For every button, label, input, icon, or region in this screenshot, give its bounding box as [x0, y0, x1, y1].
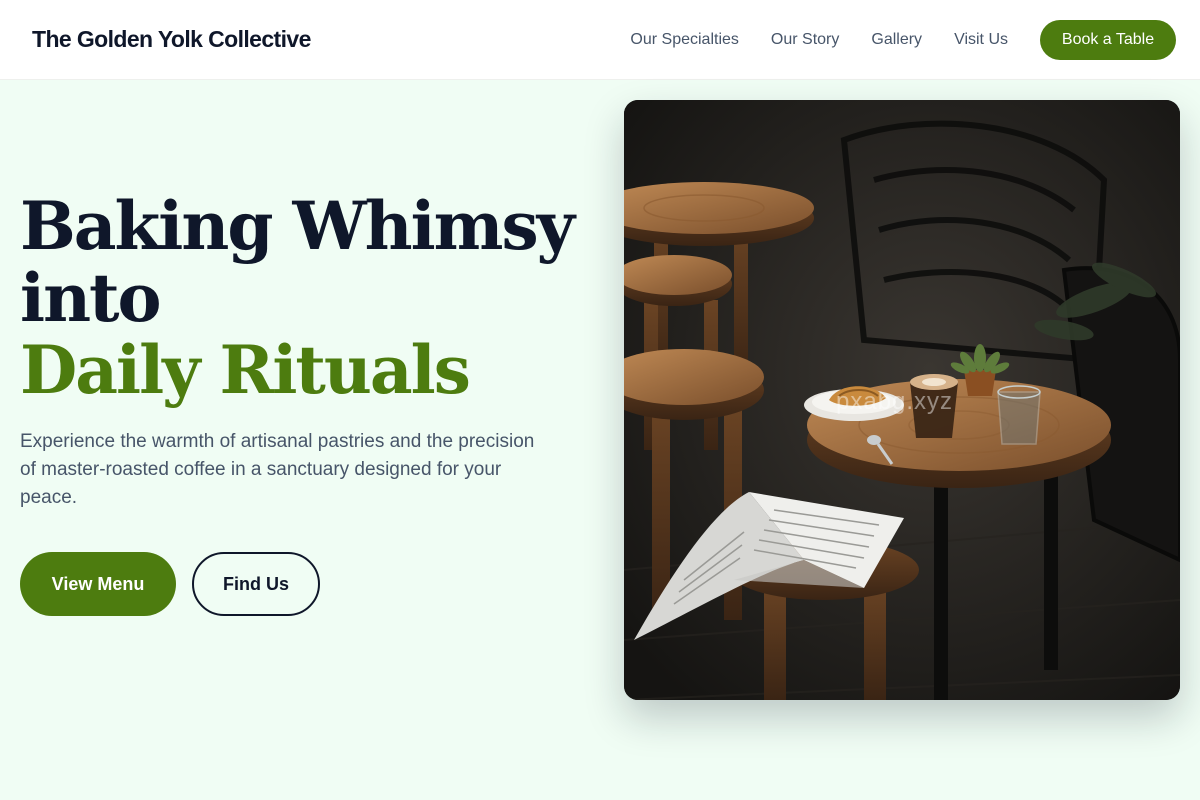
book-a-table-button[interactable]: Book a Table	[1040, 19, 1176, 60]
find-us-button[interactable]: Find Us	[192, 552, 320, 616]
nav-link-our-specialties[interactable]: Our Specialties	[630, 31, 739, 49]
main-nav: Our Specialties Our Story Gallery Visit …	[630, 19, 1176, 60]
hero-section: Baking Whimsy into Daily Rituals Experie…	[20, 190, 580, 616]
hero-cafe-photo: pxabg.xyz	[624, 100, 1180, 700]
view-menu-button[interactable]: View Menu	[20, 552, 176, 616]
nav-link-our-story[interactable]: Our Story	[771, 31, 839, 49]
top-navbar: The Golden Yolk Collective Our Specialti…	[0, 0, 1200, 80]
hero-subtitle: Experience the warmth of artisanal pastr…	[20, 431, 535, 508]
headline-line-2-accent: Daily Rituals	[20, 331, 471, 409]
headline-line-1: Baking Whimsy into	[20, 187, 575, 337]
image-watermark: pxabg.xyz	[836, 388, 954, 415]
nav-link-gallery[interactable]: Gallery	[871, 31, 922, 49]
brand-logo-text[interactable]: The Golden Yolk Collective	[32, 26, 311, 53]
hero-headline: Baking Whimsy into Daily Rituals	[20, 190, 580, 406]
nav-link-visit-us[interactable]: Visit Us	[954, 31, 1008, 49]
hero-cta-row: View Menu Find Us	[20, 552, 580, 616]
